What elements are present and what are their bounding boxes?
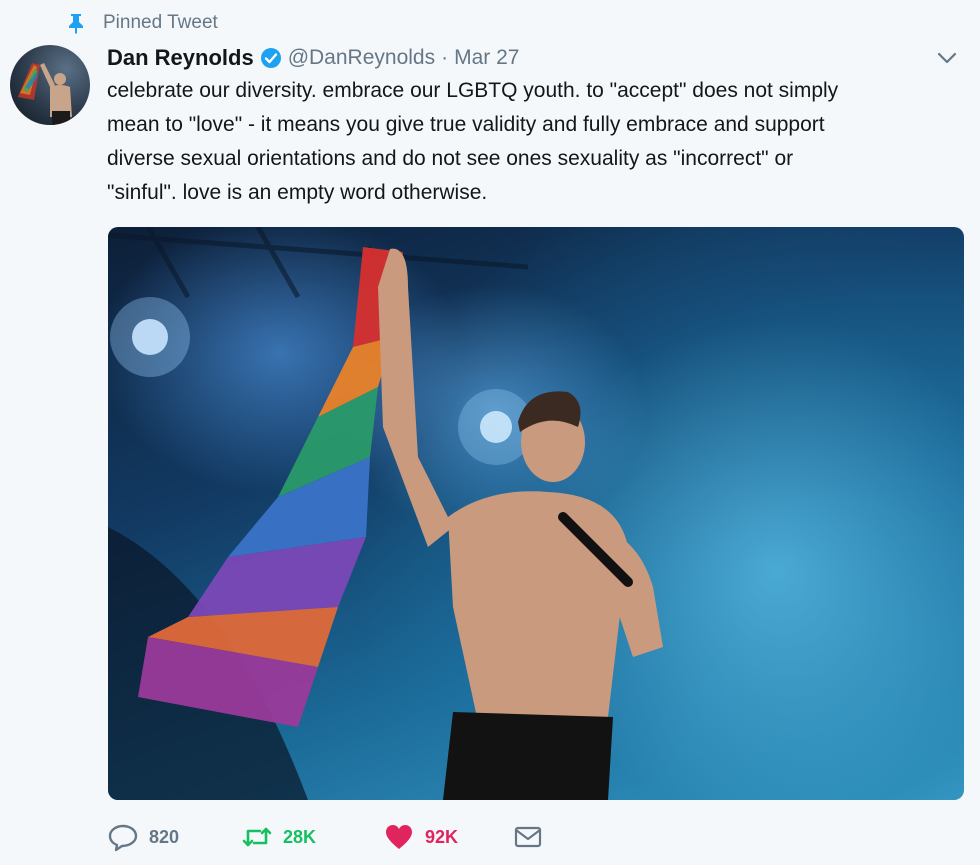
retweet-button[interactable]: 28K bbox=[241, 822, 383, 852]
reply-icon bbox=[107, 822, 139, 852]
author-handle[interactable]: @DanReynolds bbox=[288, 46, 435, 70]
chevron-down-icon[interactable] bbox=[936, 50, 958, 66]
pinned-tweet-indicator: Pinned Tweet bbox=[66, 10, 218, 36]
direct-message-button[interactable] bbox=[513, 824, 543, 850]
header-separator: · bbox=[441, 46, 449, 69]
like-count: 92K bbox=[425, 826, 459, 847]
tweet-date[interactable]: Mar 27 bbox=[454, 46, 519, 70]
pinned-label: Pinned Tweet bbox=[103, 12, 218, 33]
like-button[interactable]: 92K bbox=[383, 822, 513, 852]
tweet-actions: 820 28K 92K bbox=[107, 818, 543, 856]
reply-button[interactable]: 820 bbox=[107, 822, 241, 852]
tweet-photo[interactable] bbox=[108, 227, 964, 800]
pin-icon bbox=[66, 12, 86, 34]
retweet-icon bbox=[241, 822, 273, 852]
retweet-count: 28K bbox=[283, 826, 317, 847]
author-name[interactable]: Dan Reynolds bbox=[107, 45, 254, 71]
tweet-header: Dan Reynolds @DanReynolds · Mar 27 bbox=[107, 42, 519, 74]
tweet-text: celebrate our diversity. embrace our LGB… bbox=[107, 79, 839, 204]
reply-count: 820 bbox=[149, 826, 180, 847]
verified-badge-icon bbox=[260, 47, 282, 69]
heart-icon bbox=[383, 822, 415, 852]
envelope-icon bbox=[513, 824, 543, 850]
avatar[interactable] bbox=[10, 45, 90, 125]
